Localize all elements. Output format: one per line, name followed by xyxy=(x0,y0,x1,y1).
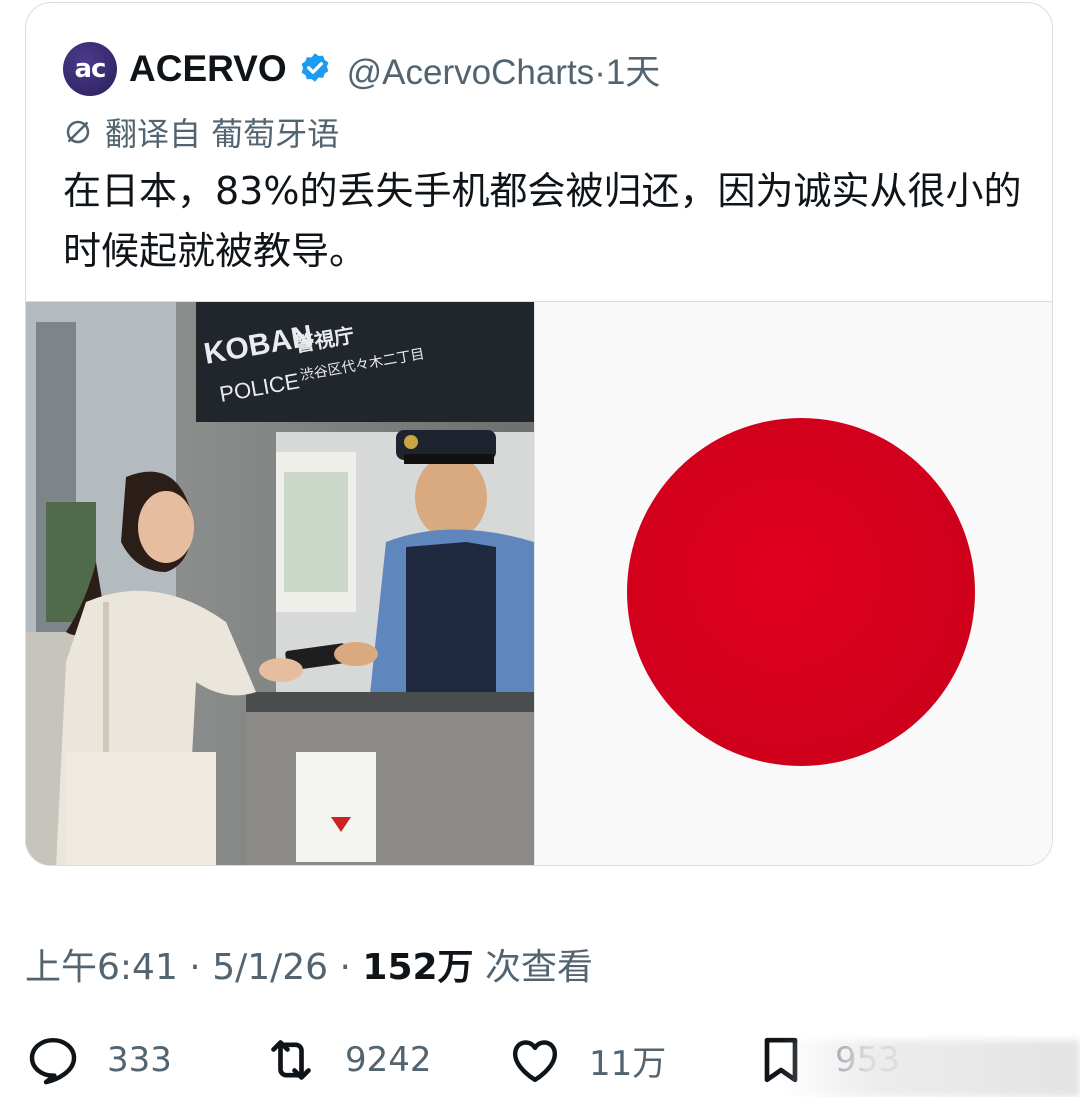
avatar[interactable]: ac xyxy=(63,42,117,96)
retweet-button[interactable]: 9242 xyxy=(263,1030,432,1090)
koban-photo-illustration: KOBAN POLICE 警視庁 渋谷区代々木二丁目 xyxy=(26,302,534,865)
meta-separator: · xyxy=(328,947,363,988)
tweet-header: ac ACERVO @AcervoCharts·1天 xyxy=(63,41,660,97)
display-name[interactable]: ACERVO xyxy=(129,48,287,90)
tweet-meta: 上午6:41 · 5/1/26 · 152万 次查看 xyxy=(25,938,593,990)
meta-separator: · xyxy=(177,947,213,988)
media-grid[interactable]: KOBAN POLICE 警視庁 渋谷区代々木二丁目 xyxy=(26,301,1052,865)
reply-icon xyxy=(29,1037,77,1085)
post-time[interactable]: 上午6:41 xyxy=(25,947,178,988)
handle-and-time[interactable]: @AcervoCharts·1天 xyxy=(347,44,661,95)
translate-icon xyxy=(66,120,90,144)
verified-badge-icon xyxy=(301,53,328,82)
quoted-tweet-card[interactable]: ac ACERVO @AcervoCharts·1天 翻译自 葡萄牙语 在日本，… xyxy=(25,2,1053,866)
retweet-icon xyxy=(271,1040,311,1080)
like-button[interactable]: 11万 xyxy=(507,1030,666,1090)
post-time-ago: 1天 xyxy=(605,52,661,92)
reply-button[interactable]: 333 xyxy=(25,1030,172,1090)
translation-note[interactable]: 翻译自 葡萄牙语 xyxy=(63,109,339,155)
separator-dot: · xyxy=(594,52,606,92)
reply-count: 333 xyxy=(107,1040,172,1080)
post-date[interactable]: 5/1/26 xyxy=(212,947,328,988)
view-count: 152万 xyxy=(362,947,474,988)
translation-label: 翻译自 葡萄牙语 xyxy=(105,115,340,153)
flag-red-disc xyxy=(627,418,975,766)
tweet-text: 在日本，83%的丢失手机都会被归还，因为诚实从很小的时候起就被教导。 xyxy=(63,169,1022,273)
blurred-watermark xyxy=(780,1040,1080,1097)
japan-flag-image[interactable] xyxy=(534,302,1052,865)
view-label: 次查看 xyxy=(473,947,594,988)
like-icon xyxy=(512,1040,558,1083)
retweet-count: 9242 xyxy=(345,1040,432,1080)
like-count: 11万 xyxy=(589,1043,667,1084)
user-handle: @AcervoCharts xyxy=(346,52,595,92)
koban-photo[interactable]: KOBAN POLICE 警視庁 渋谷区代々木二丁目 xyxy=(26,302,534,865)
